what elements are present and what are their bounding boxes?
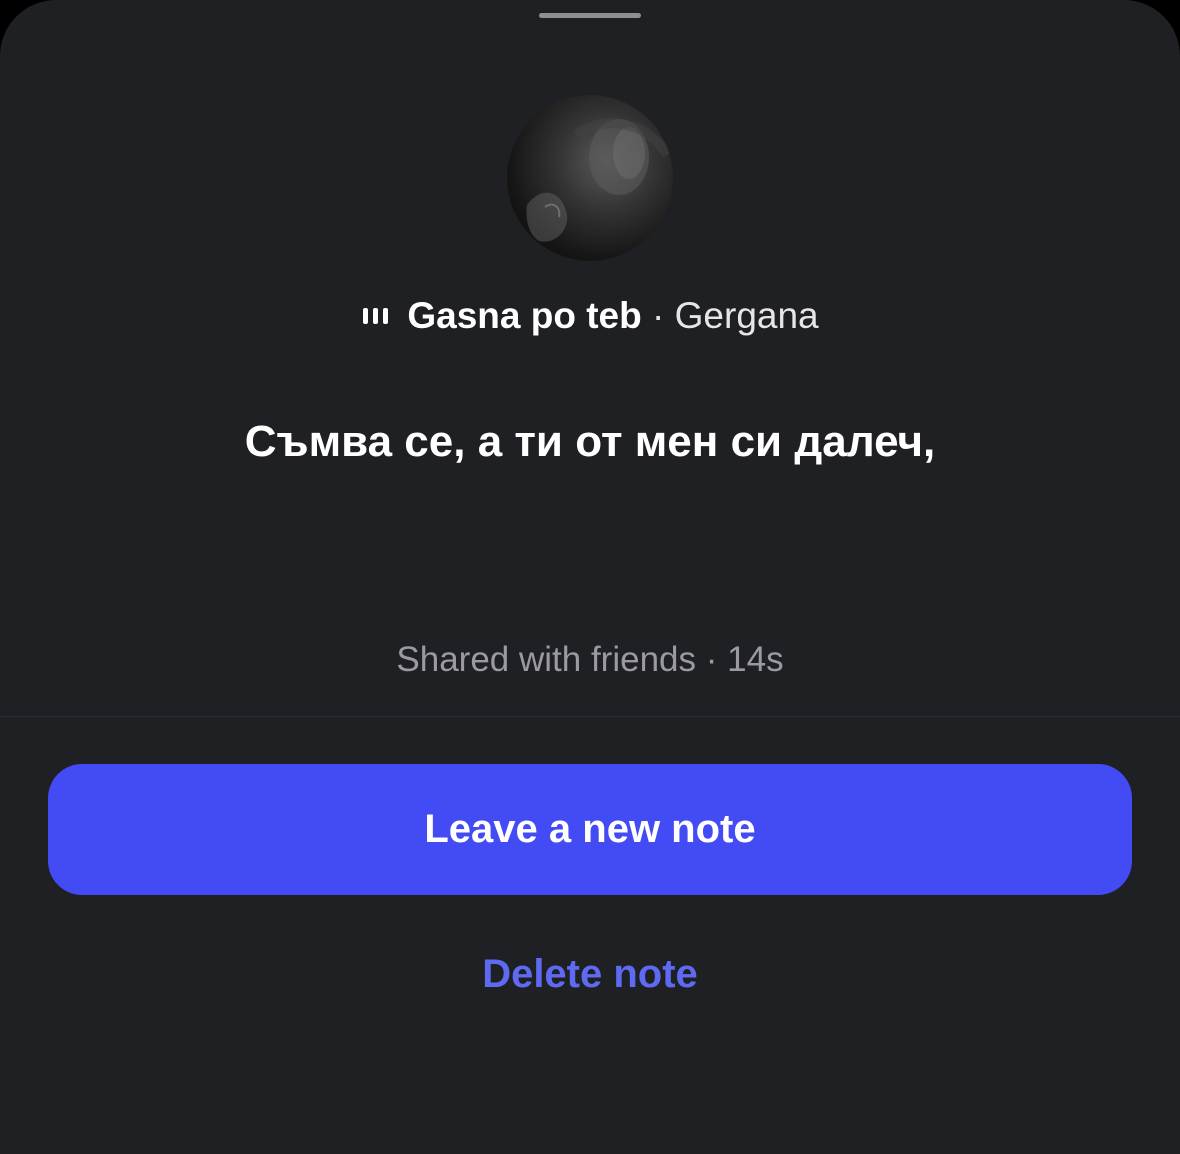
song-line[interactable]: Gasna po teb · Gergana xyxy=(0,290,1180,344)
song-title: Gasna po teb xyxy=(407,295,642,336)
divider xyxy=(0,716,1180,717)
audience-label: Shared with friends xyxy=(396,640,697,679)
delete-note-button[interactable]: Delete note xyxy=(0,945,1180,1003)
note-age: 14s xyxy=(727,640,784,679)
note-lyric: Съмва се, а ти от мен си далеч, xyxy=(244,417,936,466)
avatar[interactable] xyxy=(507,95,673,261)
sheet-grabber[interactable] xyxy=(539,13,641,18)
separator-dot: · xyxy=(652,295,665,336)
song-artist: Gergana xyxy=(674,295,819,336)
separator-dot: · xyxy=(705,640,718,679)
note-meta: Shared with friends · 14s xyxy=(0,635,1180,685)
audio-bars-icon xyxy=(361,289,391,341)
leave-new-note-button[interactable]: Leave a new note xyxy=(48,764,1132,895)
bottom-sheet: Gasna po teb · Gergana Съмва се, а ти от… xyxy=(0,0,1180,1154)
